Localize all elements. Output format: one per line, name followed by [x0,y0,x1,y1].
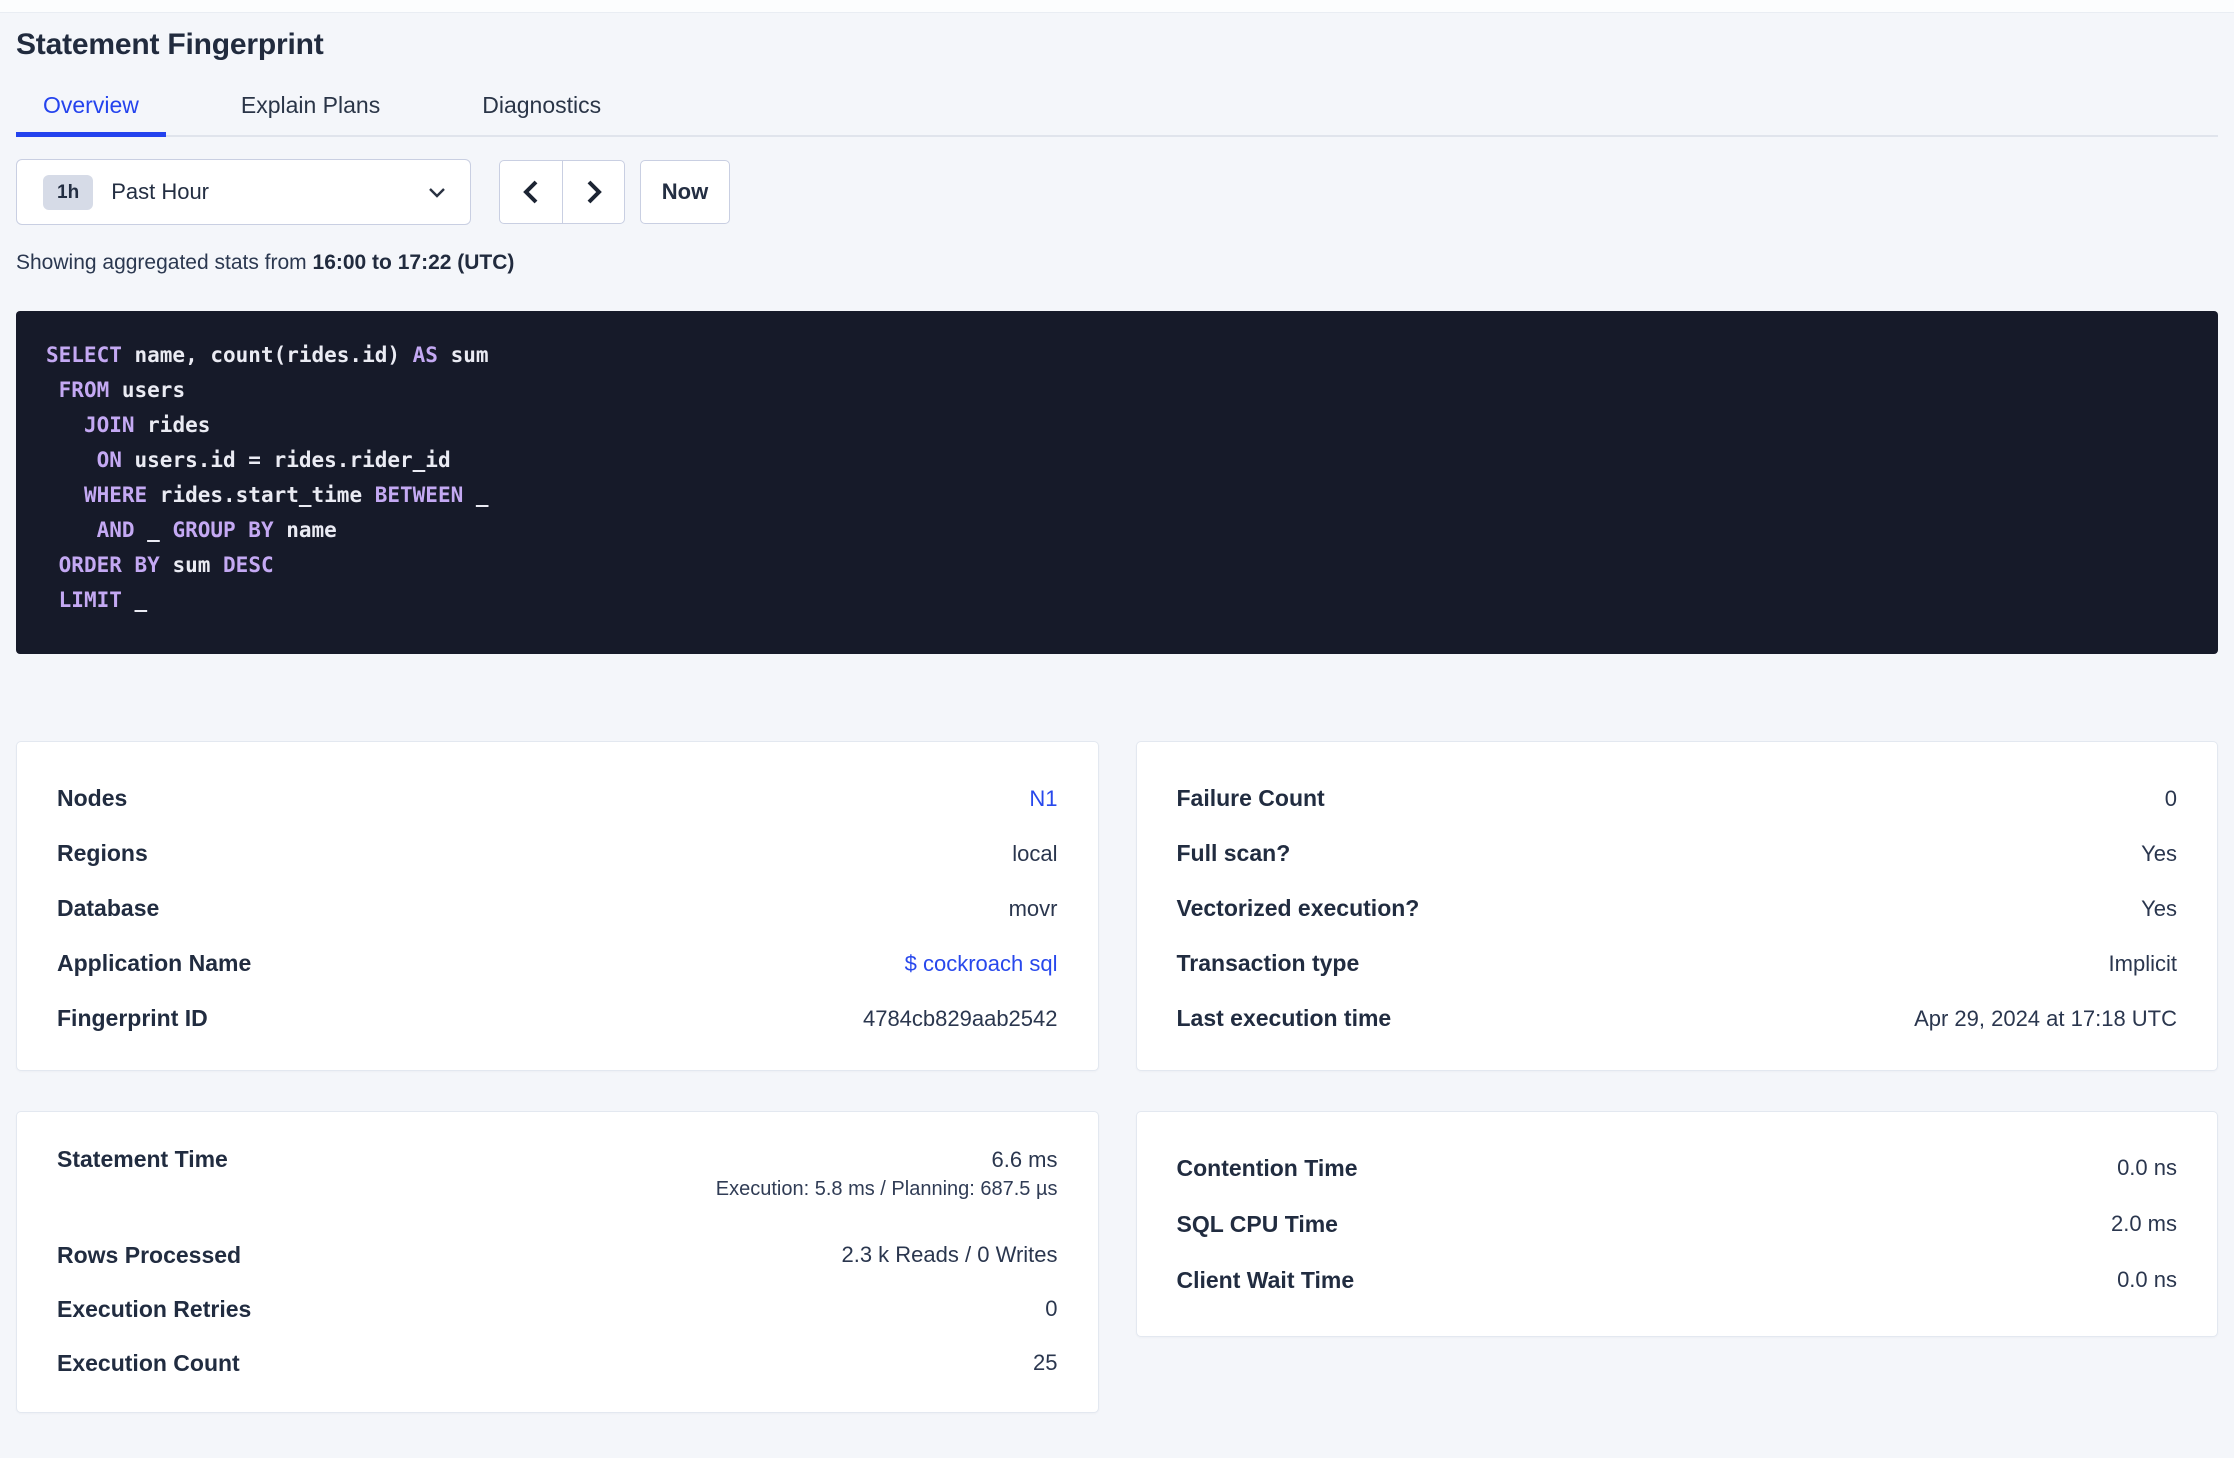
stat-value: Implicit [2108,950,2177,976]
prev-time-button[interactable] [500,161,562,223]
stat-value: 0.0 ns [2117,1155,2177,1180]
stat-row: Last execution time Apr 29, 2024 at 17:18… [1177,991,2178,1046]
stat-label: Failure Count [1176,785,1325,811]
sql-line: FROM users [58,378,186,402]
stat-label: Vectorized execution? [1176,895,1420,921]
stat-label: Nodes [57,785,128,811]
statement-details-card: Nodes N1 Regions local Database movr Applicati… [16,741,1099,1071]
time-step-buttons [499,160,625,224]
stat-label: Execution Count [57,1349,240,1376]
statement-fingerprint-page: Statement Fingerprint Overview Explain Pl… [0,28,2234,1413]
sql-line: ON users.id = rides.rider_id [96,448,451,472]
stat-label: Last execution time [1176,1005,1392,1031]
stat-label: Rows Processed [57,1241,242,1268]
stat-value[interactable]: $ cockroach sql [905,951,1058,977]
stat-row: Statement Time 6.6 ms Execution: 5.8 ms / … [57,1140,1058,1228]
stats-line-prefix: Showing aggregated stats from [16,251,313,274]
stat-value: movr [1008,895,1058,921]
statement-stats-card: Statement Time 6.6 ms Execution: 5.8 ms / … [16,1111,1099,1413]
stat-label: Fingerprint ID [57,1005,208,1031]
stat-row: SQL CPU Time 2.0 ms [1177,1196,2178,1252]
stat-value: Yes [2141,895,2177,921]
page-title: Statement Fingerprint [16,28,324,61]
time-controls: 1h Past Hour Now [16,159,2218,225]
stat-row: Regions local [57,826,1058,881]
time-interval-dropdown[interactable]: 1h Past Hour [16,159,471,225]
stat-value: 25 [1033,1350,1058,1375]
top-divider-strip [0,0,2234,13]
sql-line: AND _ GROUP BY name [96,518,337,542]
chevron-left-icon [523,180,538,204]
stat-row: Rows Processed 2.3 k Reads / 0 Writes [57,1228,1058,1282]
stat-label: Database [57,895,160,921]
time-range-label: Past Hour [111,179,210,204]
stat-value: 6.6 ms [991,1146,1058,1172]
stat-row: Contention Time 0.0 ns [1177,1140,2178,1196]
stats-line-range: 16:00 to 17:22 (UTC) [312,251,515,274]
stat-row: Transaction type Implicit [1177,936,2178,991]
next-time-button[interactable] [562,161,624,223]
stat-row: Execution Count 25 [57,1336,1058,1390]
stat-value: Apr 29, 2024 at 17:18 UTC [1914,1005,2177,1031]
chevron-right-icon [587,180,602,204]
stat-value: 0.0 ns [2117,1267,2177,1292]
stat-row: Application Name $ cockroach sql [57,936,1058,991]
sql-line: WHERE rides.start_time BETWEEN _ [83,483,489,507]
stat-subvalue: Execution: 5.8 ms / Planning: 687.5 µs [715,1178,1058,1200]
stat-row: Database movr [57,881,1058,936]
stat-label: Regions [57,840,148,866]
now-button[interactable]: Now [640,160,730,224]
stat-label: Client Wait Time [1176,1266,1355,1293]
stat-row: Client Wait Time 0.0 ns [1177,1252,2178,1308]
stat-label: Contention Time [1176,1154,1358,1181]
stat-value[interactable]: N1 [1029,786,1057,812]
execution-attributes-card: Failure Count 0 Full scan? Yes Vectorized ex… [1135,741,2218,1071]
stat-row: Vectorized execution? Yes [1177,881,2178,936]
stat-label: Application Name [57,950,252,976]
stat-label: Statement Time [57,1146,228,1172]
tab-explain-plans[interactable]: Explain Plans [214,92,407,137]
interval-badge: 1h [43,174,94,210]
sql-line: LIMIT _ [58,588,148,612]
stat-row: Nodes N1 [57,771,1058,826]
stat-value: 0 [2164,785,2177,811]
stats-cards-grid: Nodes N1 Regions local Database movr Applicati… [16,741,2218,1413]
stat-label: SQL CPU Time [1176,1210,1338,1237]
tab-diagnostics[interactable]: Diagnostics [455,92,628,137]
sql-line: JOIN rides [83,413,211,437]
tab-bar: Overview Explain Plans Diagnostics [16,92,2218,137]
stat-value: 2.0 ms [2110,1211,2177,1236]
tab-overview[interactable]: Overview [16,92,166,137]
stat-row: Execution Retries 0 [57,1282,1058,1336]
stat-value: Yes [2141,840,2177,866]
stat-value: 2.3 k Reads / 0 Writes [841,1242,1058,1267]
sql-line: ORDER BY sum DESC [58,553,274,577]
stat-row: Fingerprint ID 4784cb829aab2542 [57,991,1058,1046]
stat-label: Execution Retries [57,1295,252,1322]
sql-statement-box: SELECT name, count(rides.id) AS sum FROM… [16,311,2218,654]
timing-stats-card: Contention Time 0.0 ns SQL CPU Time 2.0 ms C… [1135,1111,2218,1337]
stat-value: local [1012,840,1058,866]
stat-row: Failure Count 0 [1177,771,2178,826]
sql-line: SELECT name, count(rides.id) AS sum [46,343,489,367]
stat-label: Transaction type [1176,950,1360,976]
stat-value: 4784cb829aab2542 [862,1005,1058,1031]
stat-label: Full scan? [1176,840,1291,866]
chevron-down-icon [429,187,445,198]
stat-value: 0 [1045,1296,1058,1321]
stat-row: Full scan? Yes [1177,826,2178,881]
aggregated-stats-line: Showing aggregated stats from 16:00 to 1… [16,251,2218,275]
